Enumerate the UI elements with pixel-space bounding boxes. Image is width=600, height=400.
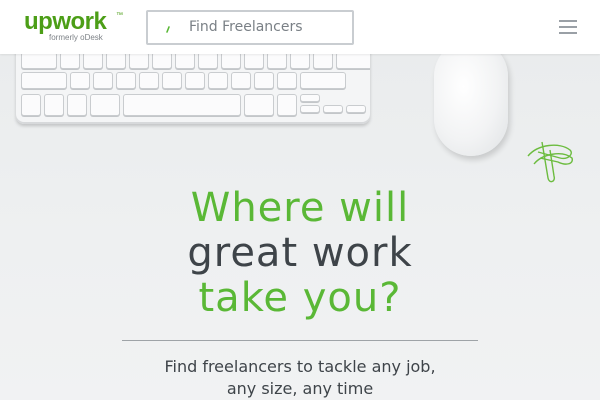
hero-headline: Where will great work take you? [0, 186, 600, 321]
logo-wordmark: upwork [24, 8, 107, 35]
subheading-line-2: any size, any time [226, 379, 374, 398]
logo-trademark: ™ [116, 12, 123, 19]
upwork-logo[interactable]: upwork ™ formerly oDesk [24, 8, 124, 44]
hamburger-menu-icon [559, 20, 577, 22]
search-input[interactable] [189, 16, 349, 38]
hero-divider [122, 340, 478, 341]
paper-clips-image [527, 141, 573, 183]
top-navbar: upwork ™ formerly oDesk [0, 0, 600, 54]
subheading-line-1: Find freelancers to tackle any job, [164, 357, 436, 376]
mouse-image [434, 40, 508, 156]
headline-line-2: great work [187, 230, 413, 276]
logo-tagline: formerly oDesk [49, 33, 103, 42]
hero-subheading: Find freelancers to tackle any job, any … [0, 356, 600, 400]
search-icon[interactable] [162, 20, 176, 34]
search-box[interactable] [146, 10, 354, 45]
headline-line-1: Where will [190, 185, 410, 231]
headline-line-3: take you? [198, 275, 402, 321]
hamburger-menu-button[interactable] [556, 17, 580, 37]
